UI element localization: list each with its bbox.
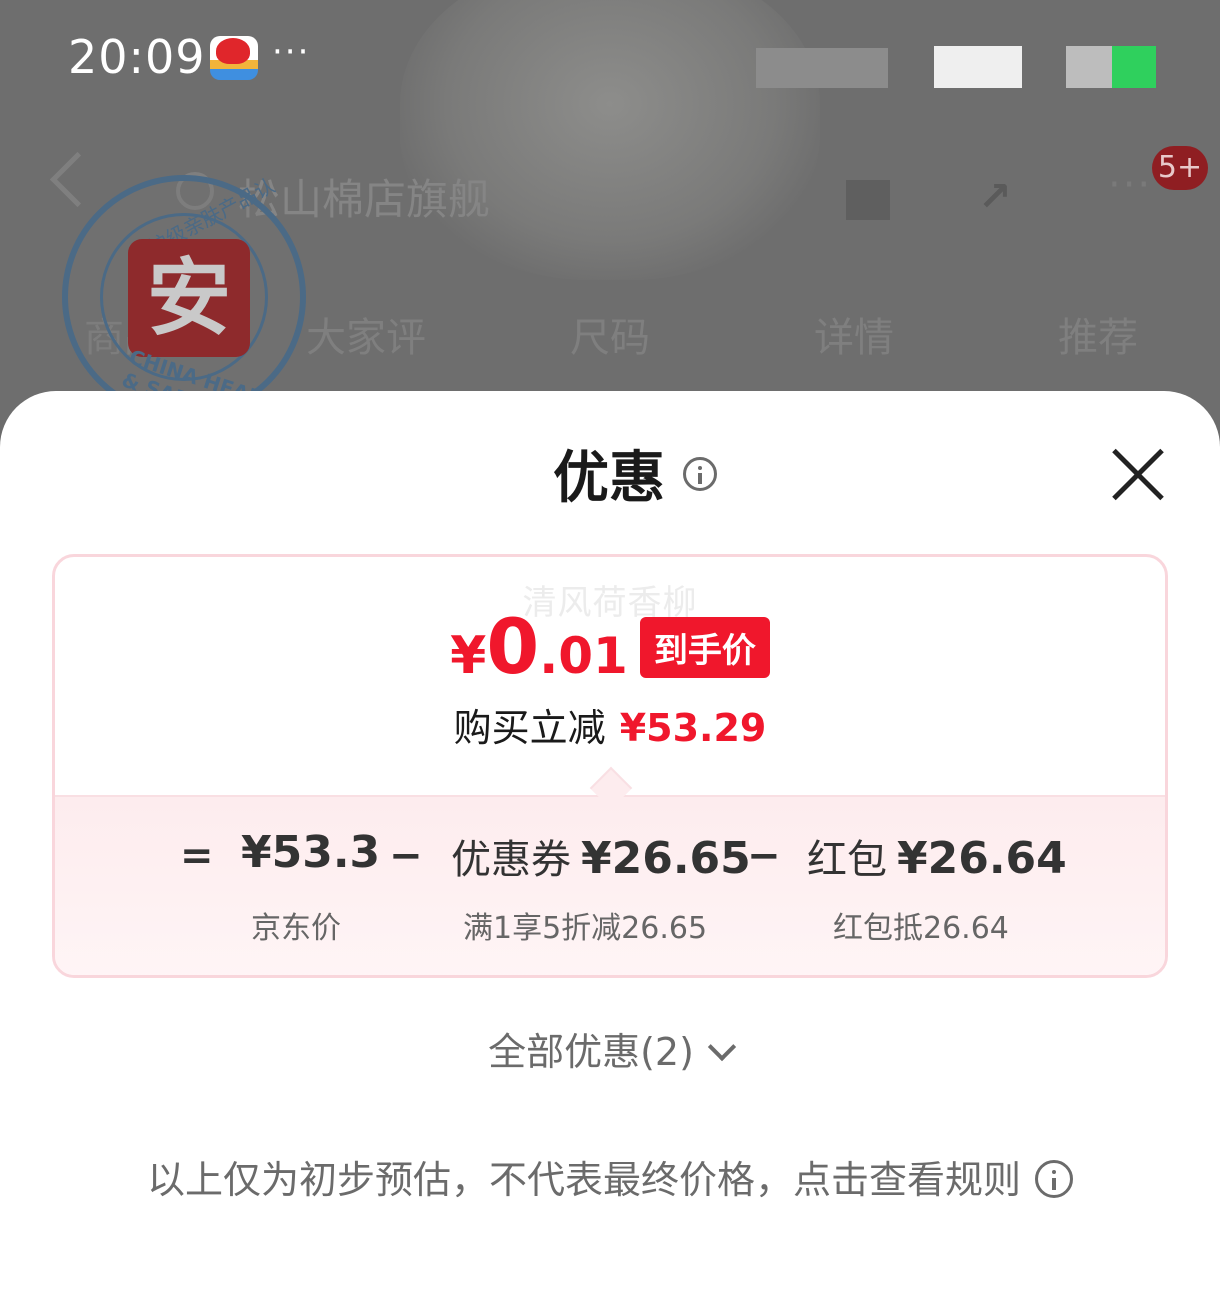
equals-sign: = [180, 833, 214, 879]
final-price-decimal: .01 [539, 627, 628, 685]
back-icon[interactable] [49, 151, 106, 208]
reduce-label: 购买立减 [453, 706, 606, 750]
seal-cross-icon: 安 [128, 239, 250, 357]
final-price-yen: ¥ [450, 626, 487, 686]
more-icon[interactable]: ··· [1108, 162, 1152, 208]
reduce-row: 购买立减 ¥53.29 [55, 697, 1165, 752]
redpacket-label: 红包 [807, 837, 887, 883]
tab-recommend[interactable]: 推荐 [1058, 305, 1138, 363]
price-breakdown: = ¥53.3 京东价 − 优惠券 ¥26.65 满1享5折减26.65 − 红包… [55, 795, 1165, 975]
minus-sign: − [747, 833, 781, 879]
all-offers-label: 全部优惠(2) [488, 1030, 694, 1074]
final-price: ¥ 0 .01 [450, 602, 628, 691]
disclaimer-link[interactable]: 以上仅为初步预估，不代表最终价格，点击查看规则 [0, 1149, 1220, 1204]
final-price-integer: 0 [486, 602, 540, 691]
message-badge: 5+ [1152, 146, 1208, 190]
certification-seal-logo: 医护级亲肤产品认证 安 CHINA HEALTH & SAFETY [62, 173, 306, 424]
disclaimer-text: 以上仅为初步预估，不代表最终价格，点击查看规则 [146, 1158, 1021, 1202]
screen: 20:09 ··· 松山棉店旗舰 ↗ ··· 5+ 商品 大家评 尺码 详情 推… [0, 0, 1220, 1293]
info-icon[interactable] [1035, 1159, 1073, 1198]
final-price-row: ¥ 0 .01 到手价 [55, 609, 1165, 686]
redpacket-amount: ¥26.64 [897, 833, 1067, 884]
arrival-price-tag: 到手价 [639, 617, 770, 678]
tab-reviews[interactable]: 大家评 [306, 305, 426, 363]
signal-icon [756, 48, 888, 88]
chevron-down-icon [707, 1032, 737, 1062]
battery-icon [1066, 46, 1112, 88]
status-time: 20:09 [68, 30, 206, 84]
coupon-value: 优惠券 ¥26.65 [451, 827, 751, 885]
wifi-icon [934, 46, 1022, 88]
reduce-amount: ¥53.29 [619, 706, 767, 750]
minus-sign: − [389, 833, 423, 879]
background-page: 20:09 ··· 松山棉店旗舰 ↗ ··· 5+ 商品 大家评 尺码 详情 推… [0, 0, 1220, 424]
status-bar: 20:09 ··· [0, 0, 1220, 110]
jd-price-label: 京东价 [251, 911, 341, 946]
sheet-header: 优惠 [0, 433, 1220, 514]
info-icon[interactable] [683, 456, 717, 491]
redpacket-value: 红包 ¥26.64 [807, 827, 1067, 885]
price-card: 清风荷香柳 ¥ 0 .01 到手价 购买立减 ¥53.29 = ¥53.3 京东价… [52, 554, 1168, 978]
tab-size[interactable]: 尺码 [570, 305, 650, 363]
redpacket-sub: 红包抵26.64 [833, 911, 1009, 946]
coupon-label: 优惠券 [451, 837, 571, 883]
battery-level-icon [1112, 46, 1156, 88]
share-icon[interactable]: ↗ [978, 174, 1012, 220]
all-offers-toggle[interactable]: 全部优惠(2) [0, 1021, 1220, 1076]
tab-details[interactable]: 详情 [814, 305, 894, 363]
close-button[interactable] [1110, 447, 1166, 503]
discount-sheet: 优惠 清风荷香柳 ¥ 0 .01 到手价 购买立减¥53.29 = ¥53.3 [0, 391, 1220, 1293]
jd-app-icon [210, 36, 258, 80]
jd-price-value: ¥53.3 [241, 827, 381, 878]
sheet-title: 优惠 [553, 446, 665, 511]
follow-icon[interactable] [846, 180, 890, 220]
coupon-sub: 满1享5折减26.65 [463, 911, 708, 946]
coupon-amount: ¥26.65 [581, 833, 751, 884]
status-more-icon: ··· [272, 32, 311, 72]
